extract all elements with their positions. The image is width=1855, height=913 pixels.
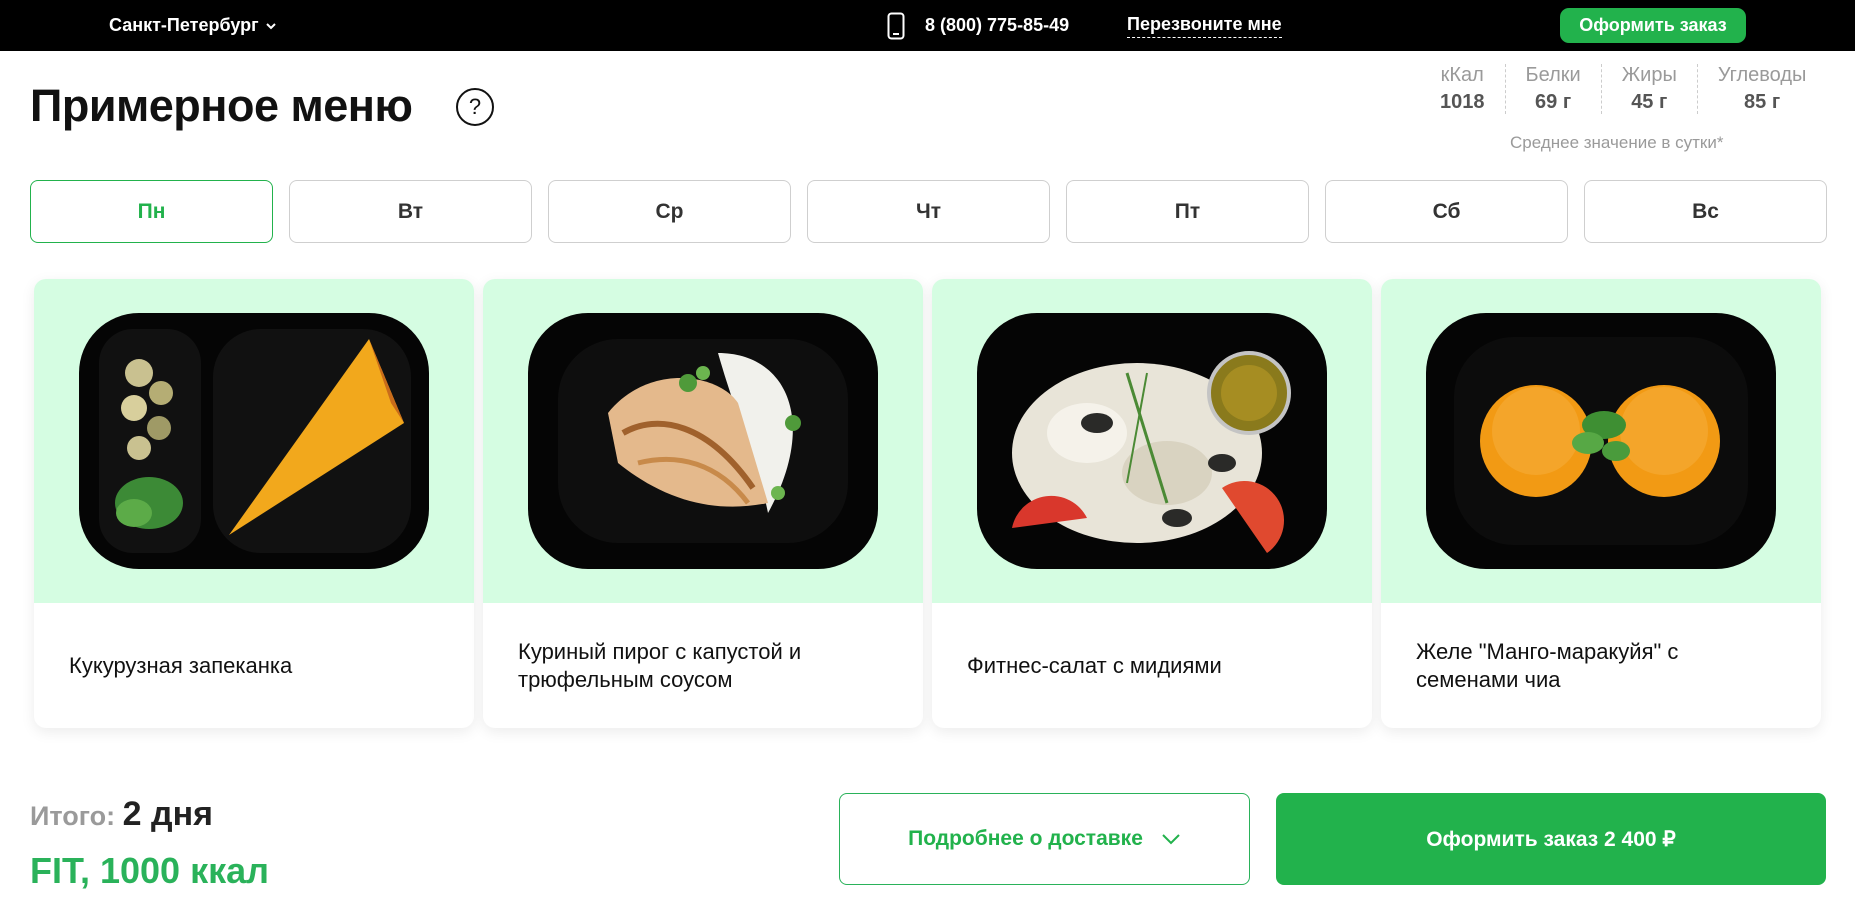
nutrition-value: 69 г <box>1535 91 1572 113</box>
phone-number: 8 (800) 775-85-49 <box>925 15 1070 35</box>
nutrition-label: Жиры <box>1621 64 1677 86</box>
dish-name: Желе "Манго-маракуйя" с семенами чиа <box>1416 638 1679 692</box>
phone-link[interactable]: 8 (800) 775-85-49 <box>885 0 1069 51</box>
help-icon[interactable]: ? <box>456 88 494 126</box>
delivery-details-button[interactable]: Подробнее о доставке <box>839 793 1250 885</box>
dish-image <box>483 279 923 603</box>
order-button[interactable]: Оформить заказ 2 400 ₽ <box>1276 793 1826 885</box>
dish-name: Кукурузная запеканка <box>69 652 293 678</box>
dish-card[interactable]: Куриный пирог с капустой и трюфельным со… <box>483 279 923 728</box>
total-summary: Итого: 2 дня <box>30 795 213 834</box>
tab-wednesday[interactable]: Ср <box>548 180 791 243</box>
dish-card[interactable]: Желе "Манго-маракуйя" с семенами чиа <box>1381 279 1821 728</box>
header-order-button[interactable]: Оформить заказ <box>1560 8 1746 43</box>
tab-saturday[interactable]: Сб <box>1325 180 1568 243</box>
city-selector[interactable]: Санкт-Петербург <box>109 0 277 51</box>
nutrition-note: Среднее значение в сутки* <box>1510 133 1724 152</box>
dish-list: Кукурузная запеканка Куриный пирог с кап… <box>34 279 1821 728</box>
dish-image <box>932 279 1372 603</box>
dish-card[interactable]: Кукурузная запеканка <box>34 279 474 728</box>
nutrition-summary: кКал 1018 Белки 69 г Жиры 45 г Углеводы … <box>1420 64 1826 114</box>
nutrition-carbs: Углеводы 85 г <box>1696 64 1827 114</box>
phone-icon <box>885 11 907 41</box>
tab-sunday[interactable]: Вс <box>1584 180 1827 243</box>
total-value: 2 дня <box>122 795 213 833</box>
callback-link[interactable]: Перезвоните мне <box>1127 0 1282 51</box>
tab-thursday[interactable]: Чт <box>807 180 1050 243</box>
nutrition-value: 85 г <box>1744 91 1781 113</box>
dish-image <box>34 279 474 603</box>
day-tabs: Пн Вт Ср Чт Пт Сб Вс <box>30 180 1827 243</box>
nutrition-label: Углеводы <box>1717 64 1807 86</box>
dish-card[interactable]: Фитнес-салат с мидиями <box>932 279 1372 728</box>
dish-name: Куриный пирог с капустой и трюфельным со… <box>518 638 802 692</box>
chevron-down-icon <box>265 22 276 29</box>
mussel-salad-photo <box>977 313 1327 569</box>
city-label: Санкт-Петербург <box>109 15 259 35</box>
chicken-pie-photo <box>528 313 878 569</box>
mango-jelly-photo <box>1426 313 1776 569</box>
plan-name: FIT, 1000 ккал <box>30 850 270 891</box>
nutrition-protein: Белки 69 г <box>1504 64 1601 114</box>
nutrition-fat: Жиры 45 г <box>1600 64 1697 114</box>
nutrition-kcal: кКал 1018 <box>1420 64 1505 114</box>
top-bar: Санкт-Петербург 8 (800) 775-85-49 Перезв… <box>0 0 1855 51</box>
nutrition-value: 45 г <box>1631 91 1668 113</box>
total-label: Итого: <box>30 801 116 831</box>
callback-label: Перезвоните мне <box>1127 14 1282 38</box>
delivery-label: Подробнее о доставке <box>908 827 1143 850</box>
chevron-down-icon <box>1162 834 1180 845</box>
nutrition-label: Белки <box>1525 64 1581 86</box>
page-title: Примерное меню <box>30 80 413 131</box>
corn-casserole-photo <box>79 313 429 569</box>
nutrition-label: кКал <box>1440 64 1484 86</box>
nutrition-value: 1018 <box>1440 91 1485 113</box>
dish-image <box>1381 279 1821 603</box>
dish-name: Фитнес-салат с мидиями <box>967 652 1222 678</box>
tab-monday[interactable]: Пн <box>30 180 273 243</box>
tab-friday[interactable]: Пт <box>1066 180 1309 243</box>
tab-tuesday[interactable]: Вт <box>289 180 532 243</box>
